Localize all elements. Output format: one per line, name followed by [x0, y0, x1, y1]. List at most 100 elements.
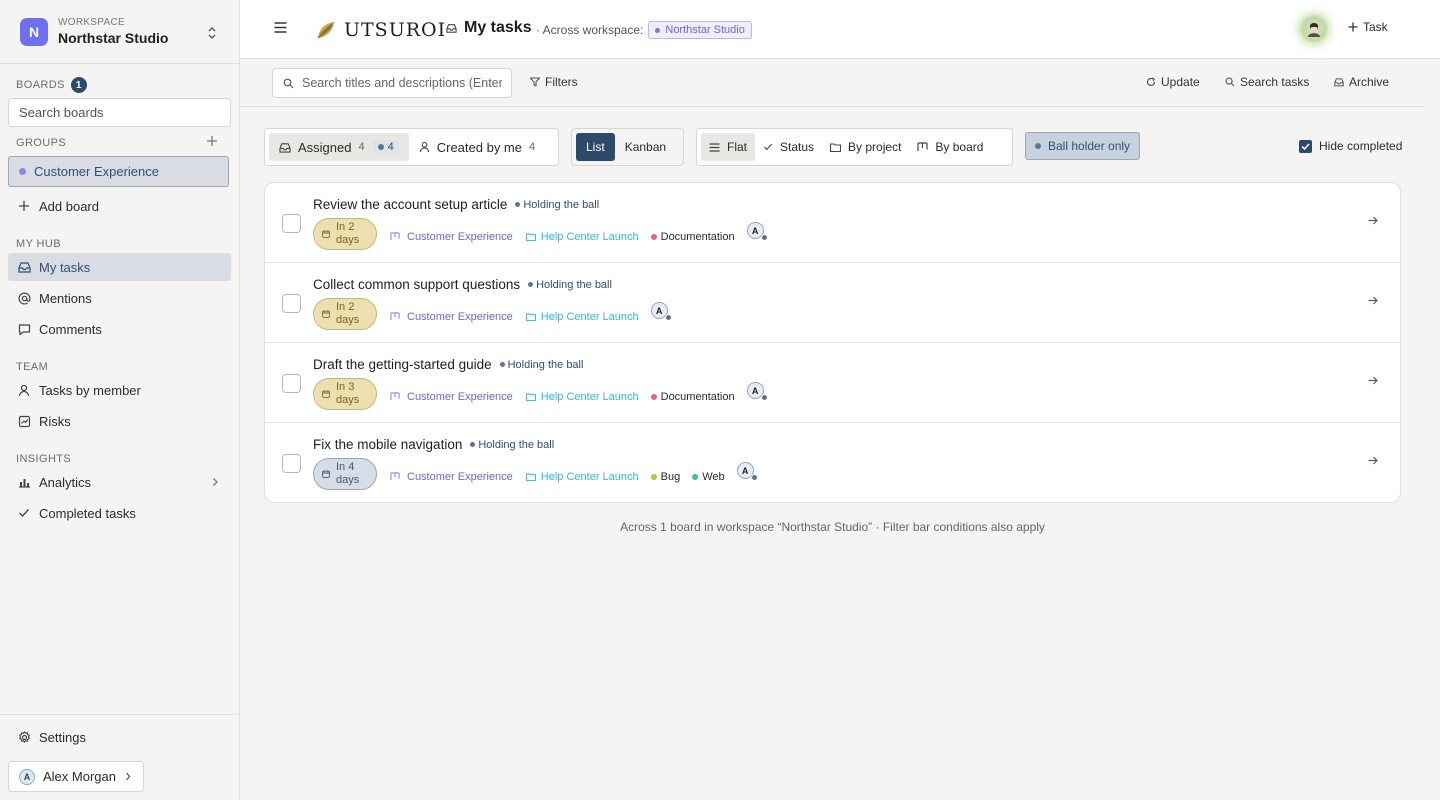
user-menu-button[interactable]: A Alex Morgan [8, 761, 144, 792]
due-date-text: In 2 days [336, 221, 359, 247]
task-row[interactable]: Review the account setup article Holding … [265, 183, 1400, 263]
calendar-icon [322, 310, 330, 318]
assignee-avatar[interactable]: A [746, 382, 768, 401]
group-status-label: Status [780, 140, 815, 154]
check-icon [763, 143, 773, 151]
workspace-label: WORKSPACE [58, 17, 125, 28]
task-board-link[interactable]: Customer Experience [390, 311, 513, 323]
hide-completed-checkbox[interactable] [1299, 139, 1312, 153]
task-tag[interactable]: Documentation [650, 391, 735, 403]
hide-completed-toggle[interactable]: Hide completed [1299, 139, 1402, 153]
profile-avatar[interactable] [1300, 15, 1328, 43]
person-avatar-icon [1308, 23, 1320, 37]
task-complete-checkbox[interactable] [282, 374, 301, 393]
open-task-arrow-icon[interactable] [1368, 296, 1378, 305]
task-board-link[interactable]: Customer Experience [390, 231, 513, 243]
ball-holder-text: Holding the ball [507, 358, 584, 371]
task-project-link[interactable]: Help Center Launch [525, 391, 639, 403]
tab-assigned-label: Assigned [298, 139, 352, 155]
search-tasks-button[interactable]: Search tasks [1225, 75, 1309, 89]
open-task-arrow-icon[interactable] [1368, 456, 1378, 465]
new-task-label: Task [1363, 20, 1388, 34]
task-board-link[interactable]: Customer Experience [390, 391, 513, 403]
task-title[interactable]: Fix the mobile navigation Holding the bal… [313, 437, 554, 452]
search-icon [283, 78, 294, 89]
task-board-link[interactable]: Customer Experience [390, 471, 513, 483]
ball-dot [377, 144, 384, 150]
open-task-arrow-icon[interactable] [1368, 216, 1378, 225]
nav-risks[interactable]: Risks [8, 407, 231, 435]
nav-settings[interactable]: Settings [8, 723, 231, 751]
nav-comments[interactable]: Comments [8, 315, 231, 343]
assignee-avatar[interactable]: A [746, 222, 768, 241]
group-project-button[interactable]: By project [822, 133, 909, 161]
workspace-switcher[interactable]: N WORKSPACE Northstar Studio [0, 0, 239, 64]
group-status-button[interactable]: Status [755, 133, 822, 161]
workspace-chip[interactable]: Northstar Studio [648, 21, 752, 39]
task-title[interactable]: Collect common support questions Holding … [313, 277, 612, 292]
task-tag[interactable]: Bug [650, 471, 680, 483]
task-complete-checkbox[interactable] [282, 454, 301, 473]
view-kanban-button[interactable]: Kanban [615, 133, 676, 161]
refresh-icon [1146, 77, 1156, 87]
group-item-customer-experience[interactable]: Customer Experience [8, 156, 229, 187]
kanban-icon [917, 142, 929, 152]
new-task-button[interactable]: Task [1348, 20, 1388, 34]
add-group-icon[interactable] [206, 135, 218, 147]
folder-icon [525, 472, 536, 481]
group-board-button[interactable]: By board [909, 133, 991, 161]
menu-icon[interactable] [274, 22, 287, 33]
task-row[interactable]: Fix the mobile navigation Holding the bal… [265, 423, 1400, 502]
task-row[interactable]: Draft the getting-started guide Holding t… [265, 343, 1400, 423]
task-title[interactable]: Review the account setup article Holding … [313, 197, 599, 212]
task-tag[interactable]: Web [692, 471, 725, 483]
due-date-badge[interactable]: In 3 days [313, 378, 377, 410]
nav-completed-tasks[interactable]: Completed tasks [8, 499, 231, 527]
assignee-avatar[interactable]: A [650, 302, 672, 321]
due-line-2: days [336, 394, 360, 406]
nav-analytics[interactable]: Analytics [8, 468, 231, 496]
tab-created-by-me[interactable]: Created by me 4 [409, 133, 545, 161]
task-project-link[interactable]: Help Center Launch [525, 311, 639, 323]
due-date-badge[interactable]: In 2 days [313, 298, 377, 330]
task-complete-checkbox[interactable] [282, 294, 301, 313]
add-board-button[interactable]: Add board [8, 192, 231, 220]
tab-assigned[interactable]: Assigned 4 4 [269, 133, 409, 161]
nav-mentions[interactable]: Mentions [8, 284, 231, 312]
group-board-label: By board [935, 140, 984, 154]
inbox-icon [18, 261, 32, 273]
task-project-link[interactable]: Help Center Launch [525, 471, 639, 483]
task-title[interactable]: Draft the getting-started guide Holding t… [313, 357, 583, 372]
open-task-arrow-icon[interactable] [1368, 376, 1378, 385]
boards-heading: BOARDS 1 [16, 77, 87, 93]
task-search-field[interactable] [272, 68, 512, 98]
archive-icon [1334, 77, 1344, 87]
archive-button[interactable]: Archive [1334, 75, 1389, 89]
tab-created-count: 4 [529, 141, 536, 153]
ball-holder-dot [760, 234, 768, 241]
workspace-name: Northstar Studio [58, 30, 169, 46]
view-list-button[interactable]: List [576, 133, 615, 161]
check-icon [18, 508, 32, 518]
task-project-link[interactable]: Help Center Launch [525, 231, 639, 243]
task-board-label: Customer Experience [407, 310, 513, 323]
task-complete-checkbox[interactable] [282, 214, 301, 233]
list-icon [709, 142, 720, 152]
ball-holder-text: Holding the ball [536, 278, 612, 291]
task-tag[interactable]: Documentation [650, 231, 735, 243]
due-date-badge[interactable]: In 2 days [313, 218, 377, 250]
task-search-input[interactable] [302, 76, 502, 90]
group-flat-button[interactable]: Flat [701, 133, 756, 161]
search-boards-input[interactable] [8, 98, 231, 127]
filters-button[interactable]: Filters [530, 75, 578, 89]
ball-holder-only-toggle[interactable]: Ball holder only [1025, 132, 1141, 160]
nav-tasks-by-member-label: Tasks by member [39, 382, 141, 398]
due-date-badge[interactable]: In 4 days [313, 458, 377, 490]
app-logo[interactable]: UTSUROI [316, 19, 446, 41]
task-row[interactable]: Collect common support questions Holding … [265, 263, 1400, 343]
nav-my-tasks[interactable]: My tasks [8, 253, 231, 281]
assignee-avatar[interactable]: A [736, 462, 758, 481]
nav-tasks-by-member[interactable]: Tasks by member [8, 376, 231, 404]
update-button[interactable]: Update [1146, 75, 1200, 89]
ball-dot [528, 282, 534, 287]
